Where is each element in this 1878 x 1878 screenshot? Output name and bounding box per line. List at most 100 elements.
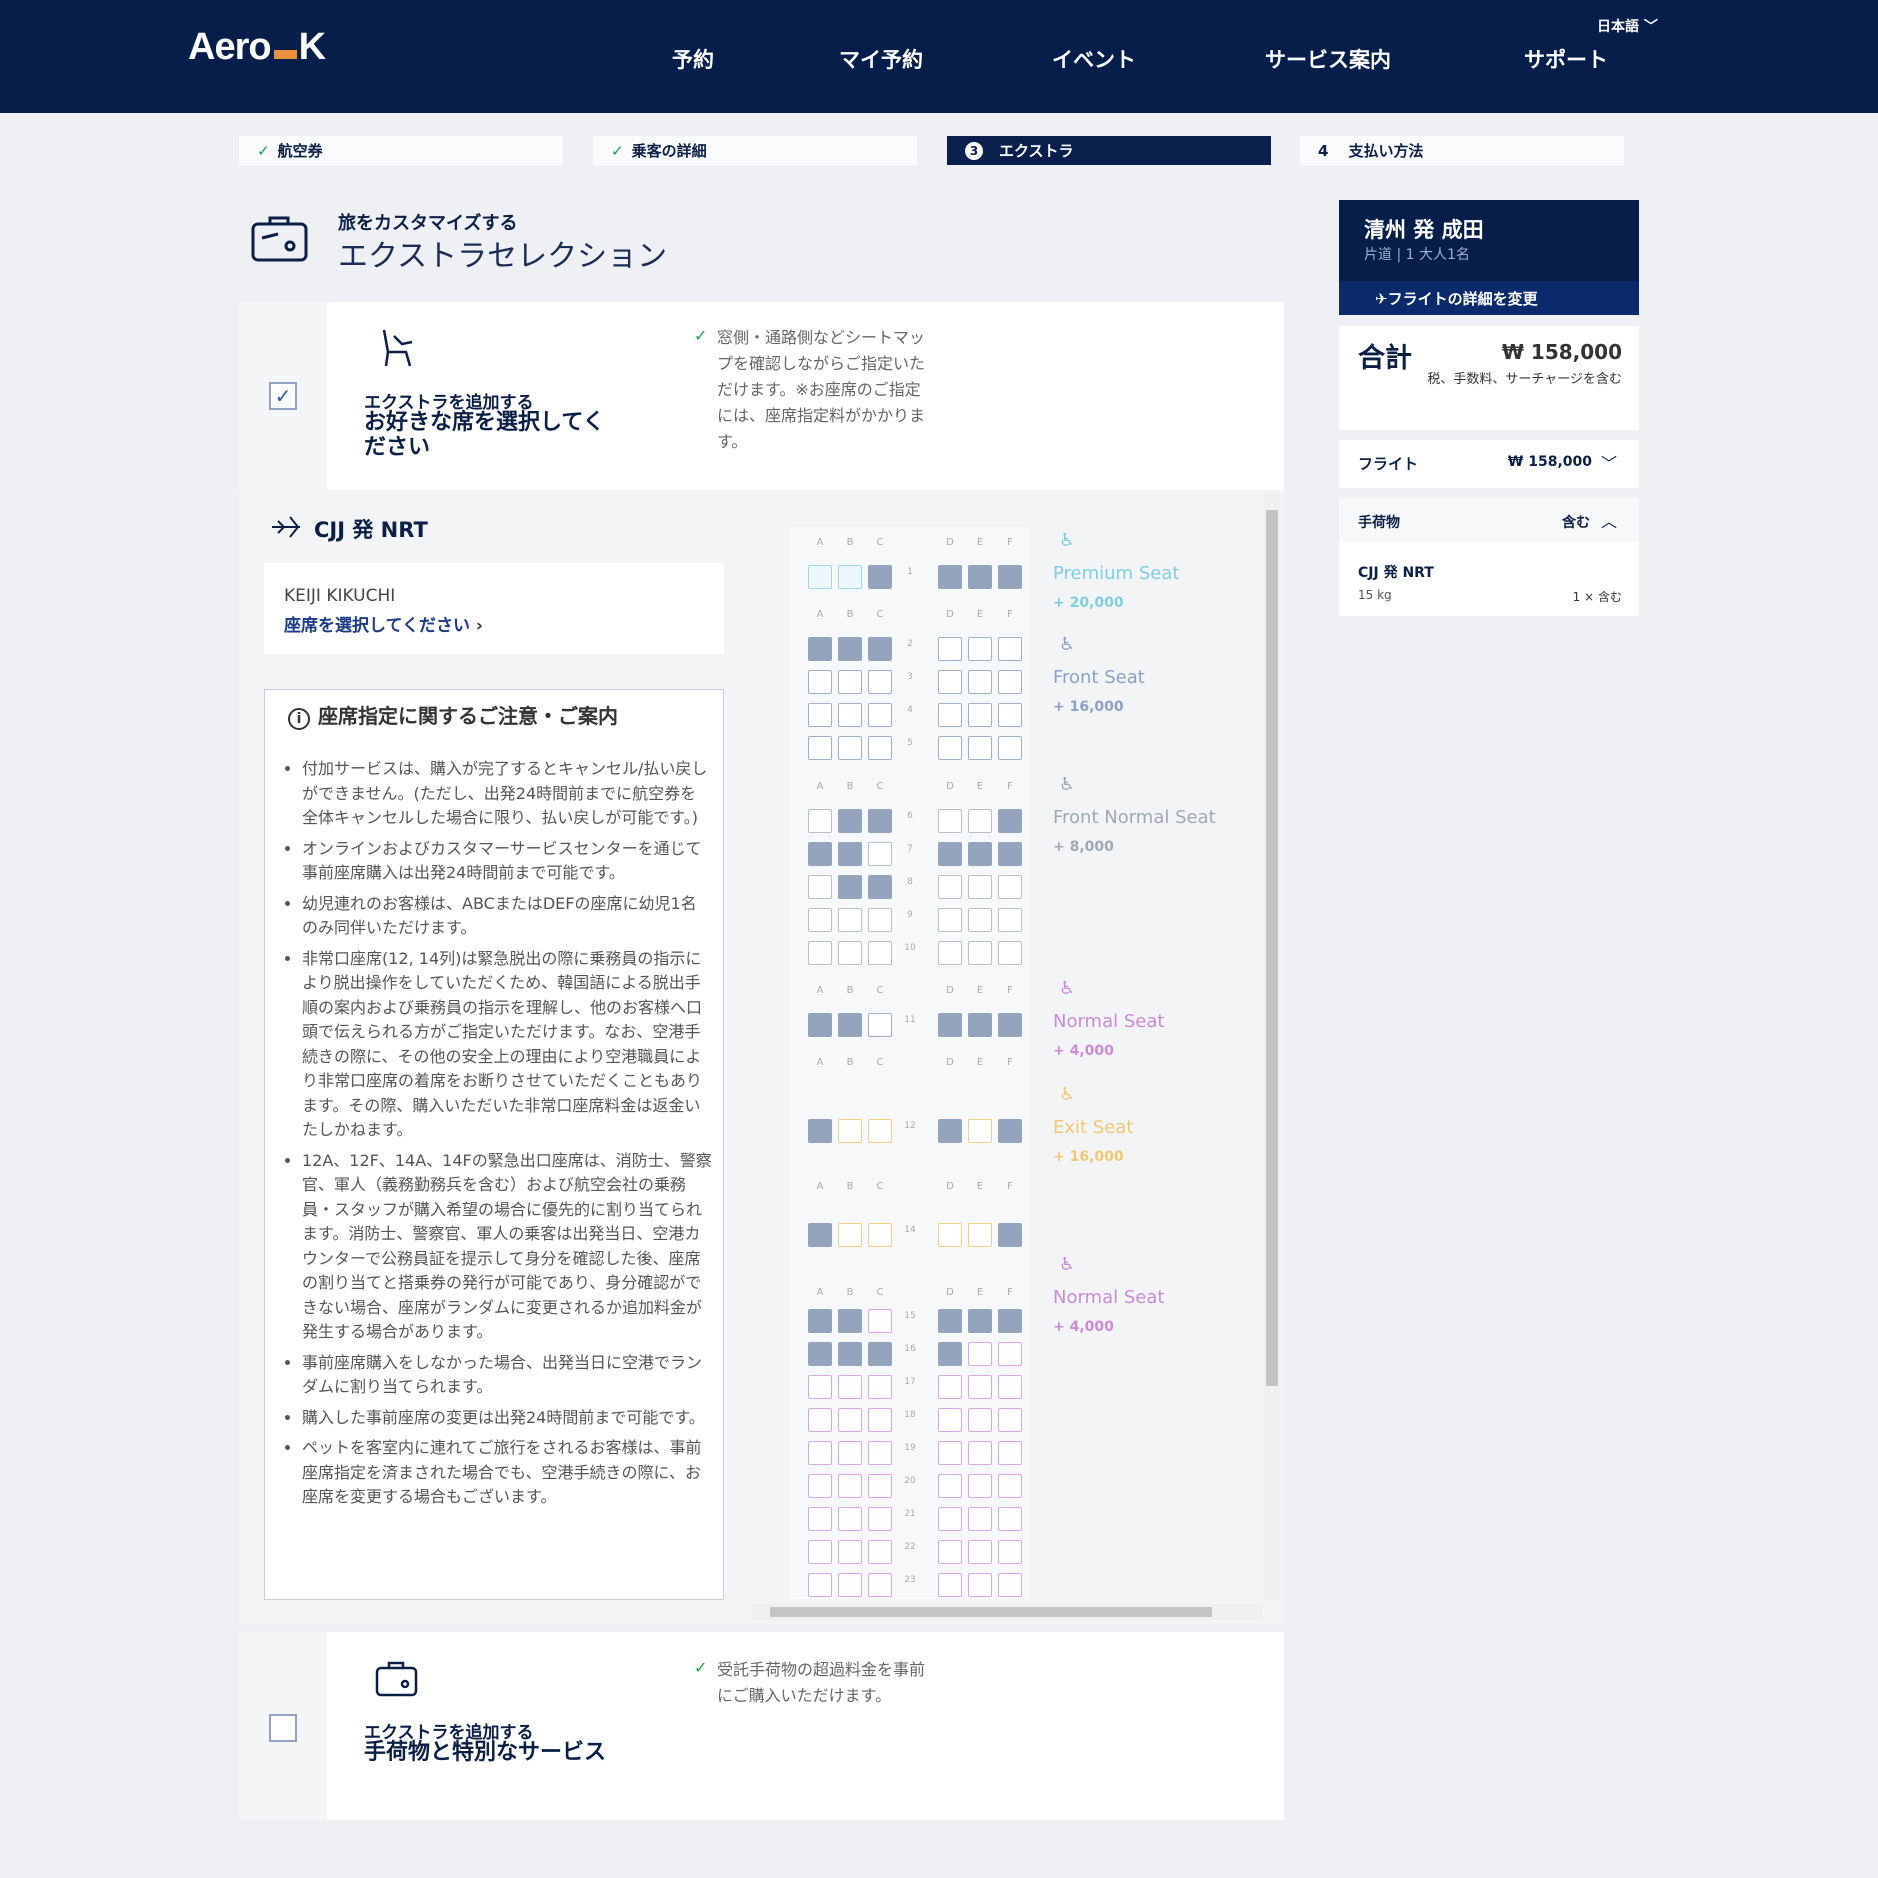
seat-extra-checkbox[interactable]: ✓ bbox=[269, 382, 297, 410]
seat-available[interactable] bbox=[968, 637, 992, 661]
seat-available[interactable] bbox=[968, 736, 992, 760]
seat-available[interactable] bbox=[998, 736, 1022, 760]
seat-available[interactable] bbox=[968, 703, 992, 727]
seat-available[interactable] bbox=[998, 941, 1022, 965]
seat-available[interactable] bbox=[938, 1441, 962, 1465]
seat-available[interactable] bbox=[868, 670, 892, 694]
seat-available[interactable] bbox=[868, 1408, 892, 1432]
seat-available[interactable] bbox=[868, 1375, 892, 1399]
nav-my-reservation[interactable]: マイ予約 bbox=[839, 44, 923, 74]
seat-available[interactable] bbox=[868, 1441, 892, 1465]
seat-available[interactable] bbox=[868, 1507, 892, 1531]
seat-available[interactable] bbox=[968, 809, 992, 833]
seat-available[interactable] bbox=[838, 908, 862, 932]
seat-available[interactable] bbox=[938, 1507, 962, 1531]
seat-available[interactable] bbox=[868, 941, 892, 965]
seat-available[interactable] bbox=[938, 703, 962, 727]
seat-available[interactable] bbox=[998, 875, 1022, 899]
seat-available[interactable] bbox=[938, 1540, 962, 1564]
seat-available[interactable] bbox=[998, 703, 1022, 727]
seat-available[interactable] bbox=[808, 908, 832, 932]
seat-available[interactable] bbox=[938, 908, 962, 932]
seat-map[interactable]: A B C D E F 1 A B C D E F 2 3 4 5 A B C D E F 6 7 8 9 10 A B C D E F 11 A B C… bbox=[790, 527, 1030, 1599]
seat-available[interactable] bbox=[938, 1223, 962, 1247]
seat-available[interactable] bbox=[938, 1375, 962, 1399]
nav-support[interactable]: サポート bbox=[1524, 44, 1608, 74]
seat-available[interactable] bbox=[838, 1223, 862, 1247]
seat-available[interactable] bbox=[968, 1119, 992, 1143]
step-payment[interactable]: 4 支払い方法 bbox=[1300, 136, 1624, 165]
seat-available[interactable] bbox=[998, 637, 1022, 661]
seat-available[interactable] bbox=[998, 1507, 1022, 1531]
seat-available[interactable] bbox=[868, 1540, 892, 1564]
seat-available[interactable] bbox=[968, 1573, 992, 1597]
seat-available[interactable] bbox=[968, 1441, 992, 1465]
seat-available[interactable] bbox=[938, 1573, 962, 1597]
seat-available[interactable] bbox=[998, 1441, 1022, 1465]
seat-available[interactable] bbox=[868, 842, 892, 866]
chevron-down-icon[interactable]: ﹀ bbox=[1601, 450, 1617, 474]
seat-available[interactable] bbox=[808, 1474, 832, 1498]
seat-available[interactable] bbox=[808, 875, 832, 899]
seat-available[interactable] bbox=[998, 1408, 1022, 1432]
seat-available[interactable] bbox=[868, 703, 892, 727]
vertical-scroll-thumb[interactable] bbox=[1266, 510, 1278, 1386]
seat-available[interactable] bbox=[808, 736, 832, 760]
seat-available[interactable] bbox=[938, 875, 962, 899]
seat-available[interactable] bbox=[968, 1540, 992, 1564]
seat-available[interactable] bbox=[868, 1309, 892, 1333]
seat-available[interactable] bbox=[938, 1408, 962, 1432]
step-ticket[interactable]: ✓ 航空券 bbox=[239, 136, 563, 165]
seat-available[interactable] bbox=[868, 736, 892, 760]
baggage-extra-checkbox[interactable] bbox=[269, 1714, 297, 1742]
seat-available[interactable] bbox=[868, 1013, 892, 1037]
seat-available[interactable] bbox=[808, 670, 832, 694]
seat-available[interactable] bbox=[998, 1375, 1022, 1399]
seat-available[interactable] bbox=[838, 1540, 862, 1564]
seat-available[interactable] bbox=[868, 908, 892, 932]
seat-available[interactable] bbox=[968, 1474, 992, 1498]
seat-available[interactable] bbox=[998, 1474, 1022, 1498]
seat-available[interactable] bbox=[808, 1540, 832, 1564]
seat-available[interactable] bbox=[868, 1573, 892, 1597]
seat-available[interactable] bbox=[998, 1342, 1022, 1366]
seat-available[interactable] bbox=[968, 670, 992, 694]
horizontal-scroll-thumb[interactable] bbox=[770, 1607, 1212, 1617]
change-flight-button[interactable]: ✈フライトの詳細を変更 bbox=[1339, 281, 1639, 315]
passenger-card[interactable] bbox=[264, 563, 724, 654]
seat-available[interactable] bbox=[968, 1342, 992, 1366]
seat-available[interactable] bbox=[938, 809, 962, 833]
seat-available[interactable] bbox=[998, 1540, 1022, 1564]
seat-available[interactable] bbox=[938, 637, 962, 661]
aerok-logo[interactable]: Aero K bbox=[188, 26, 326, 69]
seat-available[interactable] bbox=[868, 1474, 892, 1498]
seat-available[interactable] bbox=[968, 1375, 992, 1399]
nav-reservation[interactable]: 予約 bbox=[672, 44, 714, 74]
seat-available[interactable] bbox=[838, 1441, 862, 1465]
seat-available[interactable] bbox=[968, 941, 992, 965]
seat-available[interactable] bbox=[968, 1223, 992, 1247]
seat-available[interactable] bbox=[838, 565, 862, 589]
select-seat-link[interactable]: 座席を選択してください › bbox=[284, 611, 483, 636]
seat-available[interactable] bbox=[808, 1507, 832, 1531]
seat-available[interactable] bbox=[968, 875, 992, 899]
seat-available[interactable] bbox=[968, 908, 992, 932]
seat-available[interactable] bbox=[838, 1375, 862, 1399]
seat-available[interactable] bbox=[808, 1441, 832, 1465]
seat-available[interactable] bbox=[838, 1408, 862, 1432]
seat-available[interactable] bbox=[838, 1507, 862, 1531]
nav-events[interactable]: イベント bbox=[1052, 44, 1136, 74]
seat-available[interactable] bbox=[808, 1375, 832, 1399]
seat-available[interactable] bbox=[868, 1223, 892, 1247]
seat-available[interactable] bbox=[808, 1573, 832, 1597]
seat-available[interactable] bbox=[838, 736, 862, 760]
seat-available[interactable] bbox=[998, 908, 1022, 932]
seat-available[interactable] bbox=[938, 736, 962, 760]
seat-available[interactable] bbox=[938, 1474, 962, 1498]
seat-available[interactable] bbox=[938, 670, 962, 694]
step-passenger[interactable]: ✓ 乗客の詳細 bbox=[593, 136, 917, 165]
seat-available[interactable] bbox=[998, 1573, 1022, 1597]
nav-services[interactable]: サービス案内 bbox=[1265, 44, 1391, 74]
seat-available[interactable] bbox=[968, 1408, 992, 1432]
seat-available[interactable] bbox=[838, 703, 862, 727]
